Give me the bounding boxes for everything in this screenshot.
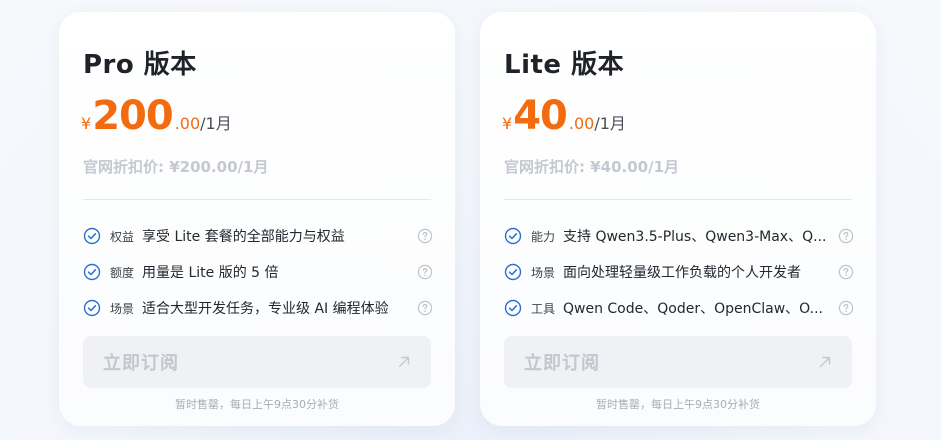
- plan-card-lite: Lite 版本 ¥ 40 .00 /1月 官网折扣价: ¥40.00/1月 能力…: [480, 12, 876, 426]
- question-circle-icon[interactable]: [417, 264, 433, 280]
- official-discount-price: 官网折扣价: ¥200.00/1月: [83, 158, 269, 176]
- feature-text: 用量是 Lite 版的 5 倍: [142, 265, 279, 281]
- check-circle-icon: [504, 263, 522, 281]
- subscribe-label: 立即订阅: [524, 353, 600, 374]
- check-circle-icon: [83, 227, 101, 245]
- price-amount: 40: [513, 93, 568, 139]
- check-circle-icon: [504, 227, 522, 245]
- divider: [83, 199, 431, 200]
- feature-text: 面向处理轻量级工作负载的个人开发者: [563, 265, 801, 281]
- arrow-up-right-icon: [398, 356, 410, 368]
- price-period: /1月: [594, 114, 626, 133]
- feature-item: 场景 适合大型开发任务，专业级 AI 编程体验: [83, 290, 433, 326]
- feature-list: 权益 享受 Lite 套餐的全部能力与权益 额度 用量是 Lite 版的 5 倍…: [83, 218, 433, 326]
- feature-item: 工具 Qwen Code、Qoder、OpenClaw、O...: [504, 290, 854, 326]
- feature-item: 额度 用量是 Lite 版的 5 倍: [83, 254, 433, 290]
- feature-text: 适合大型开发任务，专业级 AI 编程体验: [142, 301, 389, 317]
- price: ¥ 200 .00 /1月: [81, 96, 232, 146]
- check-circle-icon: [83, 299, 101, 317]
- subscribe-button[interactable]: 立即订阅: [504, 336, 852, 388]
- feature-tag: 额度: [110, 265, 135, 280]
- question-circle-icon[interactable]: [838, 264, 854, 280]
- feature-item: 权益 享受 Lite 套餐的全部能力与权益: [83, 218, 433, 254]
- feature-tag: 能力: [531, 229, 556, 244]
- feature-text: Qwen Code、Qoder、OpenClaw、O...: [563, 301, 823, 317]
- plan-title: Lite 版本: [504, 50, 625, 80]
- price-decimals: .00: [568, 114, 595, 133]
- currency-symbol: ¥: [81, 114, 92, 133]
- feature-text: 享受 Lite 套餐的全部能力与权益: [142, 229, 345, 245]
- sold-out-notice: 暂时售罄，每日上午9点30分补货: [596, 398, 760, 411]
- plan-card-pro: Pro 版本 ¥ 200 .00 /1月 官网折扣价: ¥200.00/1月 权…: [59, 12, 455, 426]
- question-circle-icon[interactable]: [417, 300, 433, 316]
- question-circle-icon[interactable]: [417, 228, 433, 244]
- feature-tag: 权益: [110, 229, 135, 244]
- subscribe-button[interactable]: 立即订阅: [83, 336, 431, 388]
- feature-list: 能力 支持 Qwen3.5-Plus、Qwen3-Max、Q... 场景 面向处…: [504, 218, 854, 326]
- price-amount: 200: [92, 93, 173, 139]
- subscribe-label: 立即订阅: [103, 353, 179, 374]
- question-circle-icon[interactable]: [838, 228, 854, 244]
- feature-tag: 场景: [110, 301, 135, 316]
- question-circle-icon[interactable]: [838, 300, 854, 316]
- feature-text: 支持 Qwen3.5-Plus、Qwen3-Max、Q...: [563, 229, 827, 245]
- feature-item: 场景 面向处理轻量级工作负载的个人开发者: [504, 254, 854, 290]
- arrow-up-right-icon: [819, 356, 831, 368]
- feature-tag: 工具: [531, 301, 556, 316]
- divider: [504, 199, 852, 200]
- check-circle-icon: [504, 299, 522, 317]
- check-circle-icon: [83, 263, 101, 281]
- price-period: /1月: [200, 114, 232, 133]
- sold-out-notice: 暂时售罄，每日上午9点30分补货: [175, 398, 339, 411]
- feature-tag: 场景: [531, 265, 556, 280]
- price: ¥ 40 .00 /1月: [502, 96, 626, 146]
- currency-symbol: ¥: [502, 114, 513, 133]
- feature-item: 能力 支持 Qwen3.5-Plus、Qwen3-Max、Q...: [504, 218, 854, 254]
- plan-title: Pro 版本: [83, 50, 197, 80]
- price-decimals: .00: [174, 114, 201, 133]
- official-discount-price: 官网折扣价: ¥40.00/1月: [504, 158, 680, 176]
